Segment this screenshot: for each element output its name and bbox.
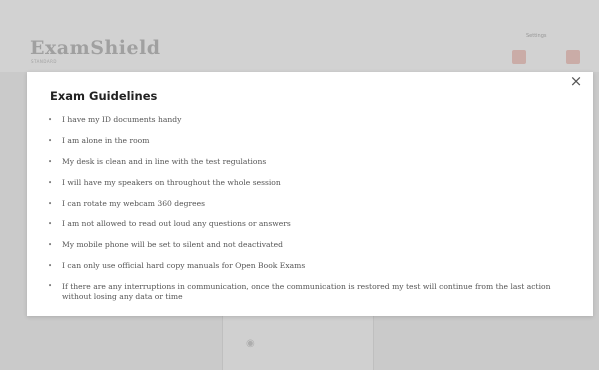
- guideline-item: I am not allowed to read out loud any qu…: [35, 214, 575, 235]
- guideline-item: I can only use official hard copy manual…: [35, 256, 575, 277]
- close-icon[interactable]: ×: [569, 74, 583, 89]
- guideline-item: I have my ID documents handy: [35, 110, 575, 131]
- guideline-item: I can rotate my webcam 360 degrees: [35, 194, 575, 215]
- app-screen: ExamShield STANDARD Settings ◉ × Exam Gu…: [0, 0, 599, 370]
- guideline-item: If there are any interruptions in commun…: [35, 277, 575, 305]
- modal-title: Exam Guidelines: [50, 89, 158, 103]
- guidelines-list: I have my ID documents handy I am alone …: [35, 110, 575, 305]
- guideline-item: My mobile phone will be set to silent an…: [35, 235, 575, 256]
- guideline-item: My desk is clean and in line with the te…: [35, 152, 575, 173]
- guideline-item: I am alone in the room: [35, 131, 575, 152]
- exam-guidelines-modal: × Exam Guidelines I have my ID documents…: [27, 72, 593, 316]
- guideline-item: I will have my speakers on throughout th…: [35, 173, 575, 194]
